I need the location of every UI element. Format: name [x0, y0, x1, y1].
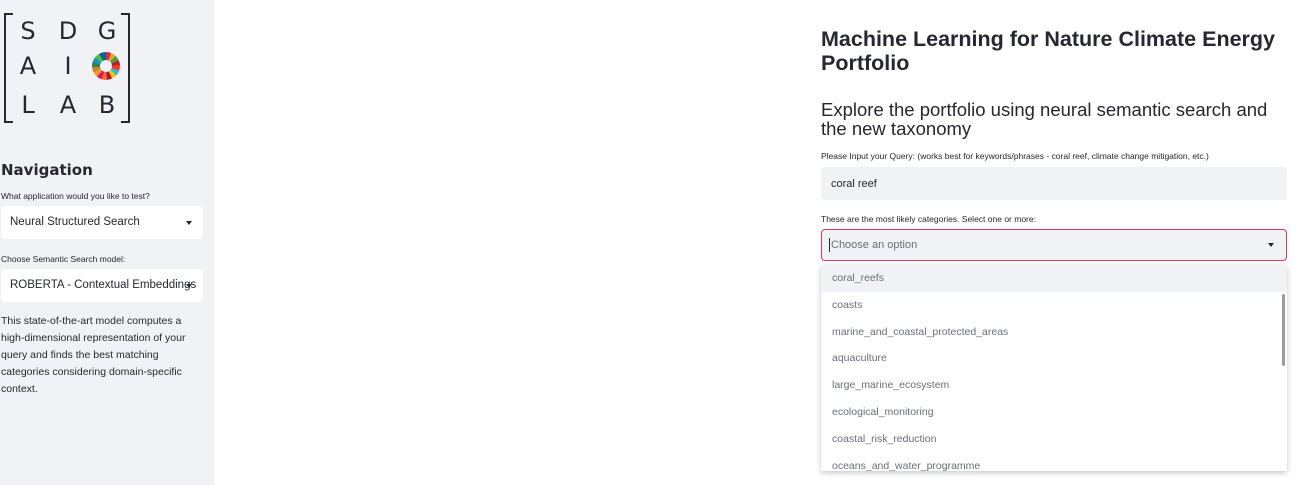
sdg-ai-lab-logo: S D G A I L A B	[2, 13, 132, 123]
text-cursor	[829, 238, 830, 252]
query-input[interactable]	[821, 167, 1287, 200]
logo-letter: I	[64, 52, 72, 80]
logo-left-bracket	[4, 13, 13, 123]
categories-dropdown-list: coral_reefs coasts marine_and_coastal_pr…	[821, 265, 1287, 471]
logo-letter: D	[58, 17, 78, 45]
dropdown-option[interactable]: oceans_and_water_programme	[821, 453, 1287, 471]
chevron-down-icon	[186, 221, 192, 225]
dropdown-option[interactable]: ecological_monitoring	[821, 399, 1287, 426]
logo-letter: B	[98, 91, 116, 119]
sidebar: S D G A I L A B Navigation What applicat…	[0, 0, 214, 485]
categories-select-label: These are the most likely categories. Se…	[821, 214, 1036, 224]
page-title: Machine Learning for Nature Climate Ener…	[821, 27, 1275, 75]
dropdown-option[interactable]: coral_reefs	[821, 265, 1287, 292]
dropdown-option[interactable]: coasts	[821, 292, 1287, 319]
chevron-down-icon[interactable]	[1268, 243, 1274, 247]
dropdown-option[interactable]: aquaculture	[821, 345, 1287, 372]
model-select[interactable]: ROBERTA - Contextual Embeddings	[1, 269, 203, 302]
navigation-title: Navigation	[1, 161, 93, 179]
logo-letter: L	[21, 91, 35, 119]
model-select-label: Choose Semantic Search model:	[1, 254, 126, 264]
chevron-down-icon	[186, 284, 192, 288]
categories-multiselect[interactable]: Choose an option	[821, 229, 1287, 261]
application-select-value: Neural Structured Search	[10, 216, 140, 228]
logo-letter: G	[97, 17, 117, 45]
dropdown-option[interactable]: coastal_risk_reduction	[821, 426, 1287, 453]
query-input-label: Please Input your Query: (works best for…	[821, 151, 1209, 161]
application-select-label: What application would you like to test?	[1, 191, 150, 201]
logo-letter: S	[20, 17, 36, 45]
logo-right-bracket	[121, 13, 130, 123]
application-select[interactable]: Neural Structured Search	[1, 206, 203, 239]
logo-letter: A	[59, 91, 77, 119]
page-subtitle: Explore the portfolio using neural seman…	[821, 99, 1268, 139]
dropdown-scrollbar[interactable]	[1282, 294, 1285, 366]
categories-placeholder: Choose an option	[831, 239, 918, 251]
model-select-value: ROBERTA - Contextual Embeddings	[10, 279, 197, 291]
sdg-color-wheel-icon	[92, 52, 120, 80]
logo-letter: A	[19, 52, 37, 80]
dropdown-option[interactable]: large_marine_ecosystem	[821, 372, 1287, 399]
dropdown-option[interactable]: marine_and_coastal_protected_areas	[821, 319, 1287, 346]
model-description: This state-of-the-art model computes a h…	[1, 315, 186, 395]
